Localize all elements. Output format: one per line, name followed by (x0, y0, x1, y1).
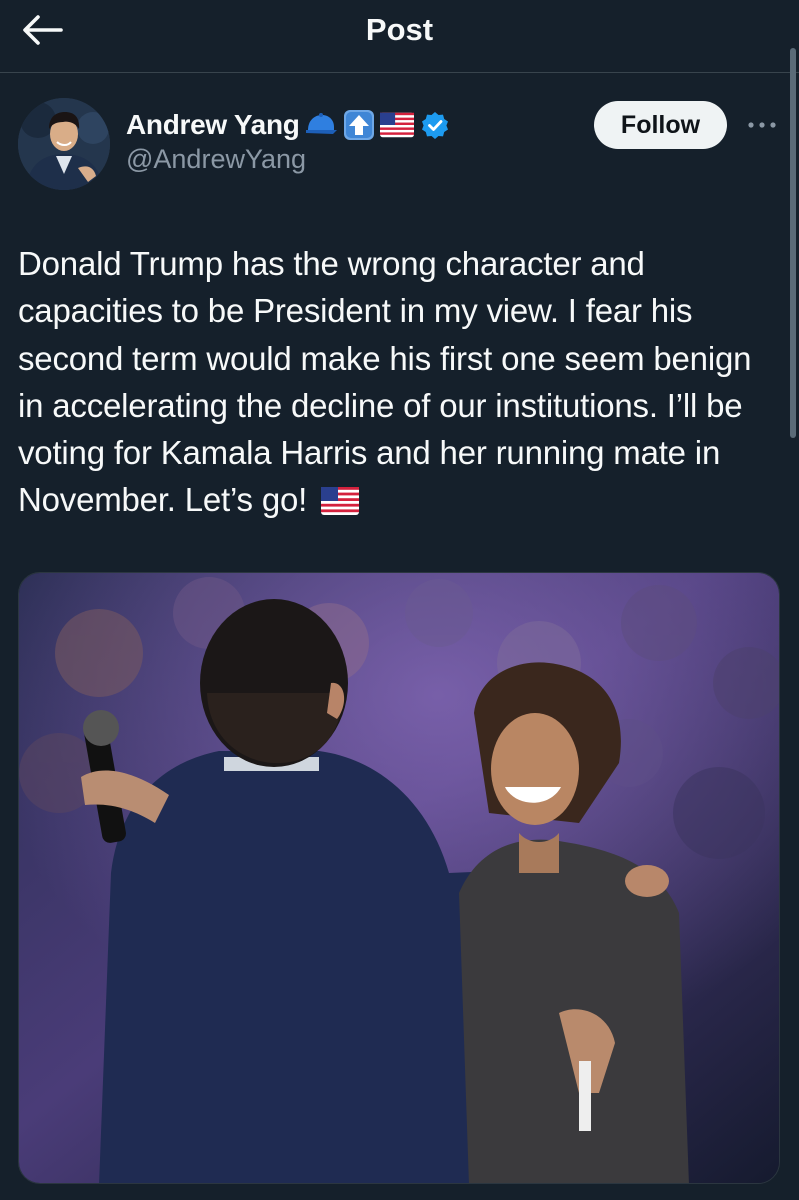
avatar[interactable] (18, 98, 110, 190)
blue-cap-emoji (305, 113, 337, 134)
scrollbar[interactable] (790, 48, 796, 438)
us-flag-emoji (321, 487, 360, 516)
verified-badge-icon (421, 112, 448, 139)
author-name[interactable]: Andrew Yang (126, 109, 300, 141)
post-body: Donald Trump has the wrong character and… (18, 245, 752, 519)
us-flag-emoji (379, 112, 414, 138)
page-title: Post (365, 12, 434, 47)
follow-button[interactable]: Follow (594, 101, 727, 149)
header-divider (0, 72, 799, 73)
post-author: Andrew Yang @AndrewYang Follow (18, 98, 778, 193)
top-bar: Post (0, 0, 799, 70)
up-arrow-emoji (343, 110, 374, 140)
more-options-button[interactable] (744, 110, 780, 140)
author-handle[interactable]: @AndrewYang (126, 144, 306, 175)
author-name-row: Andrew Yang (126, 108, 452, 142)
post-photo[interactable] (18, 572, 780, 1184)
post-text: Donald Trump has the wrong character and… (18, 240, 778, 524)
ellipsis-icon (748, 122, 776, 128)
